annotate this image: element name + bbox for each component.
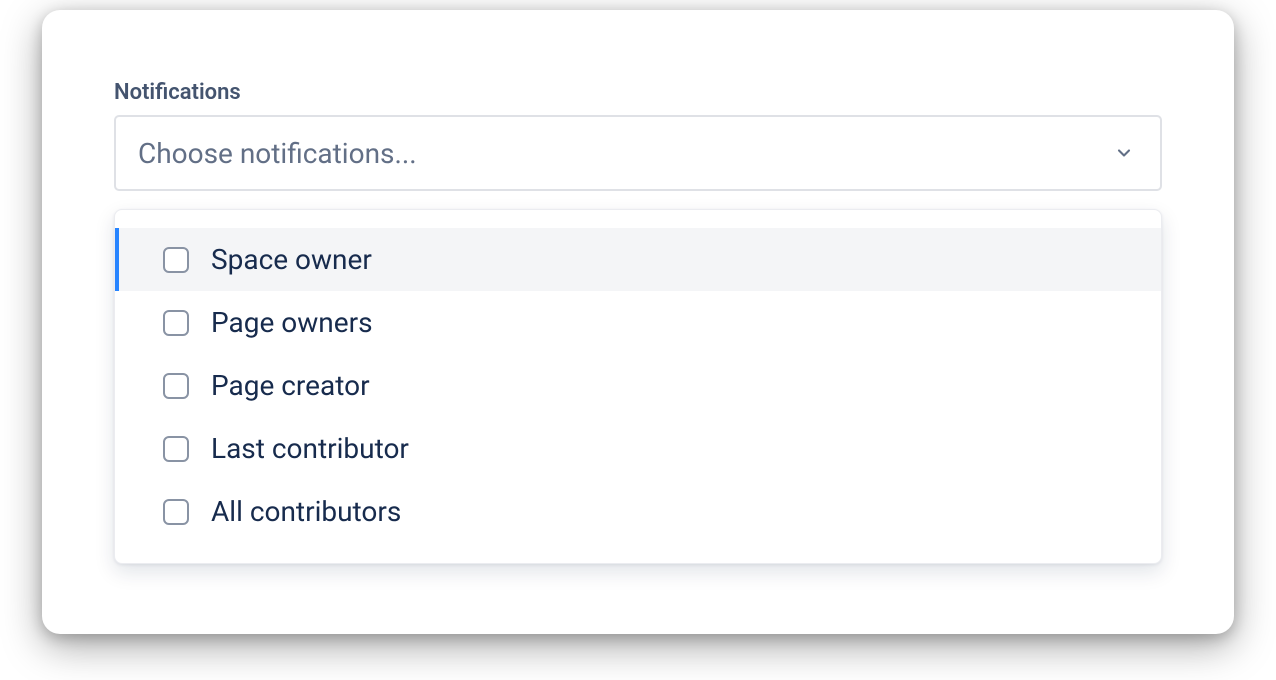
- option-space-owner[interactable]: Space owner: [115, 228, 1161, 291]
- checkbox[interactable]: [163, 247, 189, 273]
- option-page-creator[interactable]: Page creator: [115, 354, 1161, 417]
- notifications-select[interactable]: Choose notifications...: [114, 115, 1162, 191]
- option-label: Page owners: [211, 306, 373, 339]
- notifications-card: Notifications Choose notifications... Sp…: [42, 10, 1234, 634]
- select-placeholder: Choose notifications...: [138, 137, 417, 170]
- checkbox[interactable]: [163, 373, 189, 399]
- chevron-down-icon: [1114, 143, 1134, 163]
- field-label: Notifications: [114, 80, 1162, 105]
- checkbox[interactable]: [163, 436, 189, 462]
- option-label: Page creator: [211, 369, 370, 402]
- option-last-contributor[interactable]: Last contributor: [115, 417, 1161, 480]
- option-label: Space owner: [211, 243, 372, 276]
- option-page-owners[interactable]: Page owners: [115, 291, 1161, 354]
- checkbox[interactable]: [163, 499, 189, 525]
- option-label: Last contributor: [211, 432, 409, 465]
- option-all-contributors[interactable]: All contributors: [115, 480, 1161, 543]
- notifications-dropdown: Space owner Page owners Page creator Las…: [114, 209, 1162, 564]
- checkbox[interactable]: [163, 310, 189, 336]
- option-label: All contributors: [211, 495, 401, 528]
